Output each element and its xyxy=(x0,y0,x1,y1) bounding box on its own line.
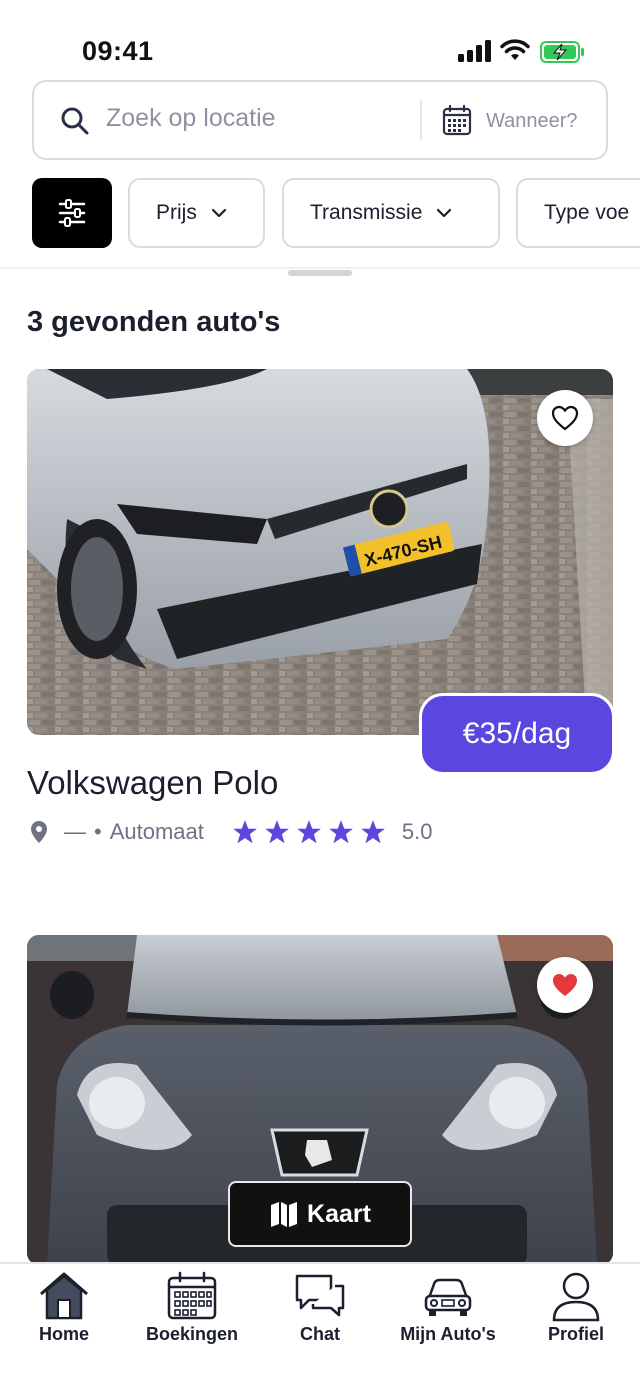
tab-label: Mijn Auto's xyxy=(400,1324,496,1344)
filter-settings-button[interactable] xyxy=(32,178,112,248)
tab-bookings[interactable]: Boekingen xyxy=(128,1270,256,1345)
home-icon xyxy=(40,1272,88,1320)
tab-label: Chat xyxy=(300,1324,340,1344)
calendar-icon[interactable] xyxy=(442,104,472,136)
car-photo-image: X-470-SH xyxy=(27,369,613,735)
filter-chip-label: Prijs xyxy=(156,201,197,224)
car-icon xyxy=(424,1278,472,1316)
filter-row: Prijs Transmissie Type voe xyxy=(0,178,640,250)
results-count-title: 3 gevonden auto's xyxy=(27,306,281,338)
car-location: — xyxy=(64,819,86,844)
map-view-button[interactable]: Kaart xyxy=(228,1181,412,1247)
filter-chip-label: Transmissie xyxy=(310,201,423,224)
map-icon xyxy=(271,1202,298,1227)
chevron-down-icon xyxy=(437,208,452,218)
tab-label: Profiel xyxy=(547,1324,604,1344)
location-pin-icon xyxy=(31,821,47,843)
date-picker-trigger[interactable]: Wanneer? xyxy=(486,110,578,133)
car-rating: 5.0 xyxy=(401,819,433,844)
star-icon xyxy=(328,820,353,844)
tab-my-cars[interactable]: Mijn Auto's xyxy=(384,1270,512,1345)
tab-label: Boekingen xyxy=(145,1324,238,1344)
car-photo[interactable]: X-470-SH xyxy=(27,369,613,735)
tab-profile[interactable]: Profiel xyxy=(512,1270,640,1345)
wifi-icon xyxy=(500,39,530,60)
rating-stars xyxy=(232,819,392,845)
search-icon xyxy=(61,107,89,135)
sheet-drag-handle[interactable] xyxy=(288,270,352,276)
chevron-down-icon xyxy=(211,208,226,218)
user-icon xyxy=(552,1272,600,1322)
heart-filled-icon xyxy=(553,974,577,996)
sliders-icon xyxy=(58,199,86,227)
heart-outline-icon xyxy=(551,405,579,431)
filter-chip-vehicle-type[interactable]: Type voe xyxy=(516,178,640,248)
car-transmission: Automaat xyxy=(109,819,204,844)
tab-home[interactable]: Home xyxy=(0,1270,128,1345)
filter-chip-label: Type voe xyxy=(544,201,630,224)
search-divider xyxy=(420,100,422,140)
filter-chip-transmission[interactable]: Transmissie xyxy=(282,178,500,248)
header-divider xyxy=(0,267,640,269)
chat-icon xyxy=(295,1274,345,1317)
star-icon xyxy=(232,820,257,844)
price-badge: €35/dag xyxy=(419,693,615,775)
star-icon xyxy=(296,820,321,844)
star-icon xyxy=(264,820,289,844)
search-bar[interactable]: Zoek op locatie Wanneer? xyxy=(32,80,608,160)
favorite-button[interactable] xyxy=(537,957,593,1013)
tab-chat[interactable]: Chat xyxy=(256,1270,384,1345)
tab-label: Home xyxy=(38,1324,89,1344)
meta-separator: • xyxy=(94,819,102,844)
map-button-label: Kaart xyxy=(307,1199,371,1228)
status-time: 09:41 xyxy=(82,36,154,66)
bottom-tab-bar: Home Boekingen Chat Mijn Auto's Profiel xyxy=(0,1262,640,1391)
location-search-input[interactable]: Zoek op locatie xyxy=(106,104,276,133)
calendar-icon xyxy=(167,1271,217,1320)
cellular-signal-icon xyxy=(458,40,491,62)
car-meta: — • Automaat 5.0 xyxy=(27,816,432,848)
star-icon xyxy=(360,820,385,844)
car-title[interactable]: Volkswagen Polo xyxy=(27,764,278,802)
filter-chip-price[interactable]: Prijs xyxy=(128,178,265,248)
battery-charging-icon xyxy=(540,41,584,63)
favorite-button[interactable] xyxy=(537,390,593,446)
status-bar: 09:41 xyxy=(0,0,640,80)
